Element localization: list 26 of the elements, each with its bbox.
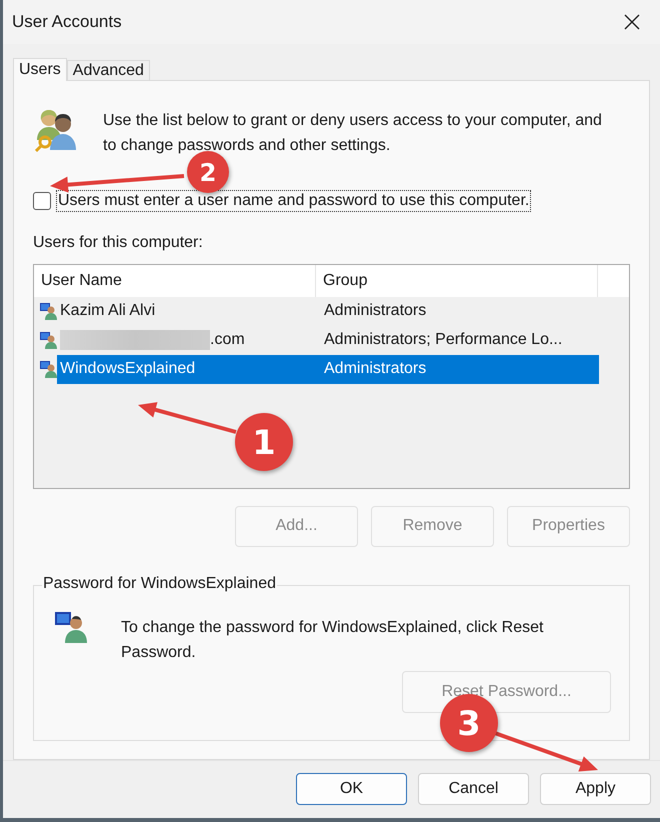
checkbox[interactable]	[33, 192, 51, 210]
user-name: .com	[210, 331, 245, 350]
dialog-button[interactable]: OK	[296, 773, 407, 806]
list-item[interactable]: WindowsExplained Administrators	[57, 354, 599, 384]
group-name: Administrators	[324, 360, 426, 378]
user-icon	[39, 302, 57, 320]
user-icon	[39, 331, 57, 350]
group-name: Administrators; Performance Lo...	[324, 331, 562, 348]
list-item[interactable]: Kazim Ali Alvi Administrators	[57, 296, 599, 326]
tab[interactable]: Advanced	[66, 60, 150, 80]
window-title: User Accounts	[12, 12, 122, 32]
user-name: WindowsExplained	[60, 360, 196, 378]
close-icon[interactable]	[624, 14, 640, 30]
user-name: Kazim Ali Alvi	[60, 302, 156, 320]
list-item[interactable]: .com Administrators; Performance Lo...	[57, 326, 599, 355]
section-label: Users for this computer:	[33, 234, 204, 252]
column-header[interactable]: Group	[316, 264, 598, 297]
group-name: Administrators	[324, 302, 426, 320]
user-icon	[39, 360, 57, 378]
tab[interactable]: Users	[13, 58, 67, 81]
dialog-button[interactable]: Apply	[540, 773, 651, 806]
user-icon	[54, 610, 88, 644]
password-hint-text: To change the password for WindowsExplained, click Reset Password.	[121, 618, 544, 663]
column-header[interactable]: User Name	[34, 264, 316, 297]
group-title: Password for WindowsExplained	[42, 574, 277, 593]
dialog-button[interactable]: Cancel	[418, 773, 529, 806]
